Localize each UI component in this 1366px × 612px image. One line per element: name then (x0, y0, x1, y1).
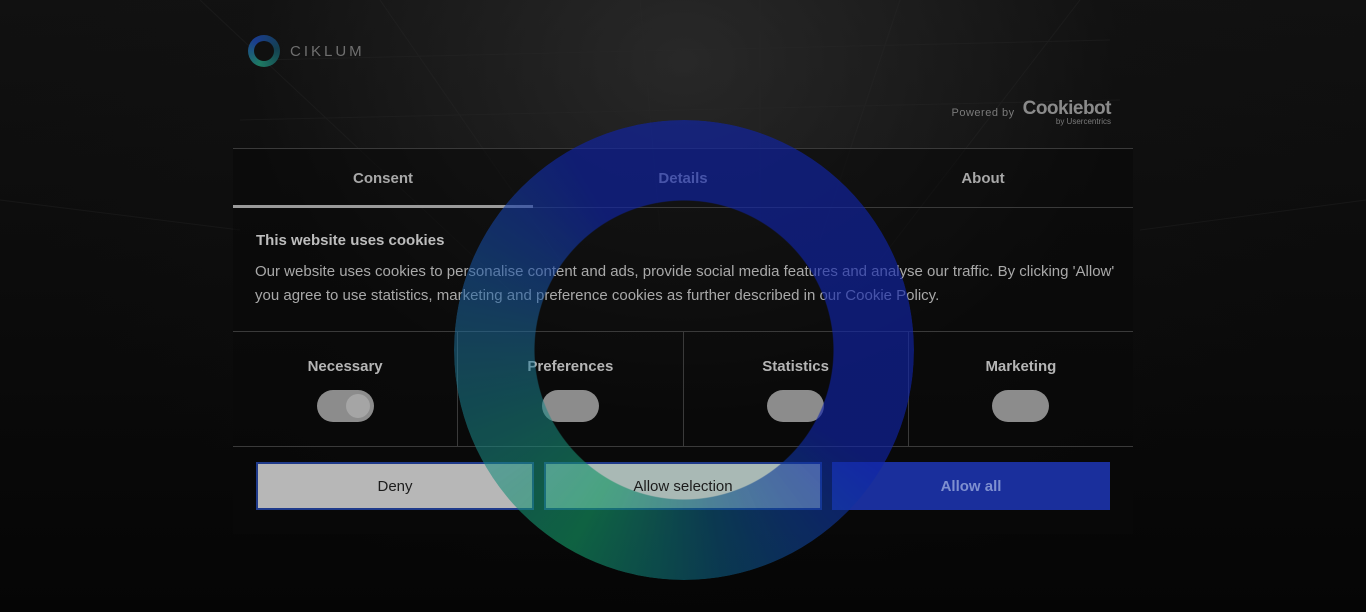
toggle-marketing-group: Marketing (909, 332, 1133, 446)
tab-about[interactable]: About (833, 149, 1133, 207)
consent-description: Our website uses cookies to personalise … (255, 263, 1115, 304)
toggle-marketing-label: Marketing (985, 358, 1057, 375)
toggle-preferences-group: Preferences (458, 332, 684, 446)
tab-consent-label: Consent (353, 169, 413, 187)
ciklum-ring-icon (248, 35, 280, 67)
cookiebot-subtitle: by Usercentrics (1055, 117, 1111, 126)
cookie-consent-dialog: Consent Details About This website uses … (233, 148, 1133, 534)
logo-text: CIKLUM (290, 42, 365, 60)
deny-button[interactable]: Deny (256, 462, 534, 510)
tab-consent[interactable]: Consent (233, 149, 533, 208)
toggle-knob (345, 394, 370, 418)
toggle-statistics[interactable] (767, 390, 825, 422)
cookiebot-name: Cookiebot (1022, 98, 1112, 119)
allow-selection-button[interactable]: Allow selection (544, 462, 822, 510)
toggle-necessary[interactable] (316, 390, 374, 422)
tab-details[interactable]: Details (533, 149, 833, 207)
dialog-tabs: Consent Details About (233, 148, 1133, 208)
toggle-necessary-label: Necessary (307, 358, 383, 375)
powered-by-cookiebot[interactable]: Powered by Cookiebot by Usercentrics (951, 98, 1112, 126)
toggle-preferences[interactable] (541, 390, 599, 422)
cookiebot-logo: Cookiebot by Usercentrics (1022, 98, 1112, 126)
toggle-marketing[interactable] (992, 390, 1050, 422)
consent-buttons: Deny Allow selection Allow all (256, 462, 1110, 510)
toggle-necessary-group: Necessary (233, 332, 459, 446)
powered-by-label: Powered by (951, 106, 1015, 119)
consent-title: This website uses cookies (256, 232, 445, 249)
ciklum-logo[interactable]: CIKLUM (248, 35, 365, 67)
tab-details-label: Details (658, 169, 708, 187)
tab-about-label: About (961, 169, 1005, 187)
consent-toggles: Necessary Preferences Statistics Marketi… (233, 331, 1133, 447)
allow-all-button[interactable]: Allow all (832, 462, 1110, 510)
toggle-statistics-group: Statistics (684, 332, 909, 446)
toggle-statistics-label: Statistics (762, 358, 829, 375)
toggle-preferences-label: Preferences (527, 358, 614, 375)
